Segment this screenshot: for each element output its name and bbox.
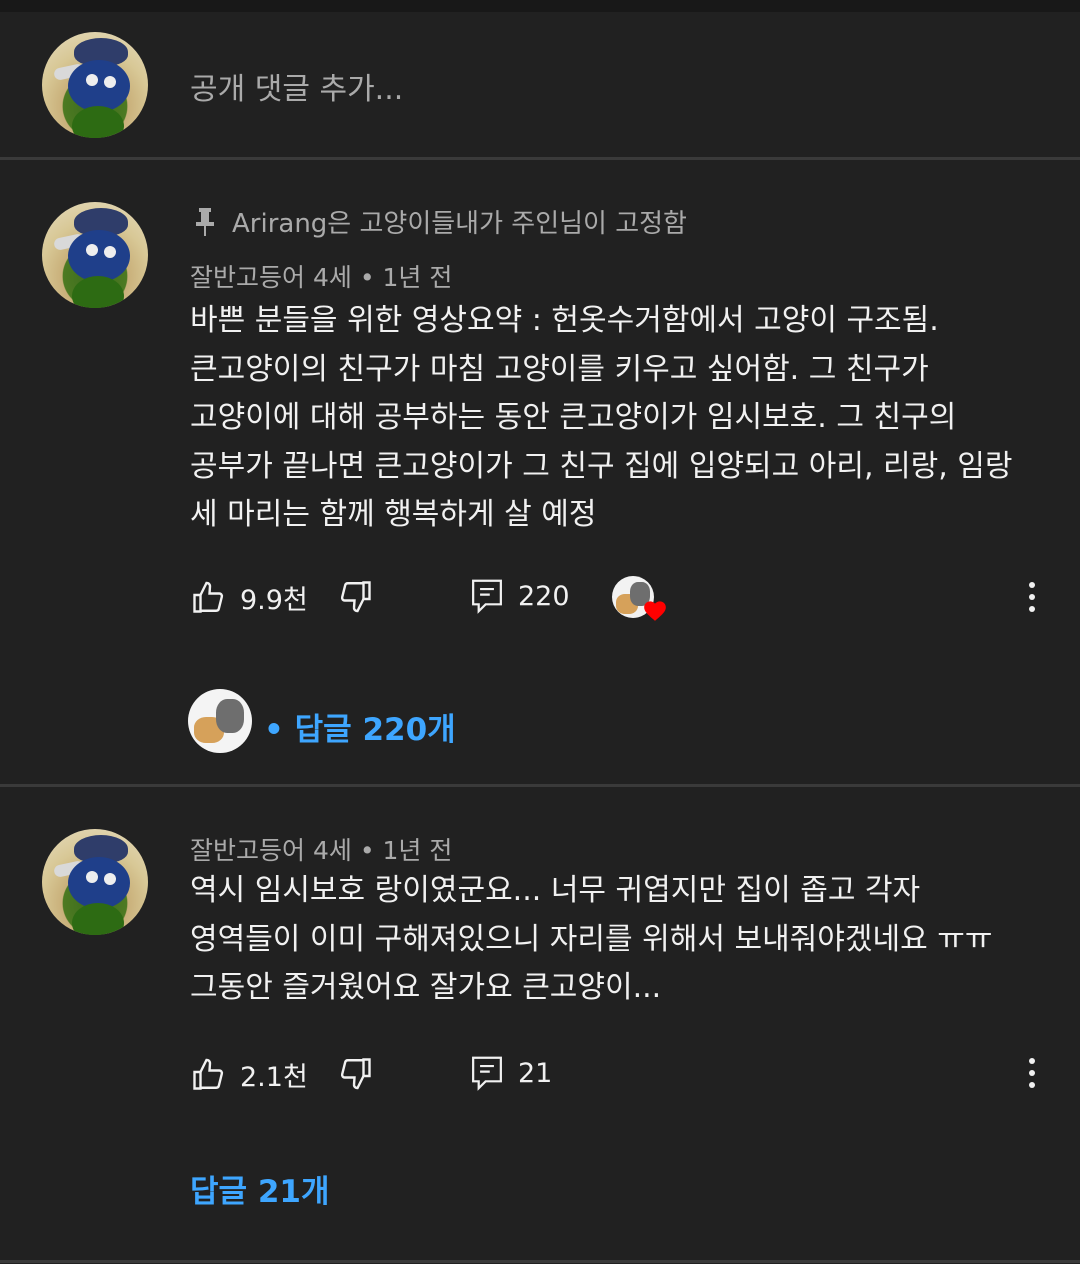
comment-avatar[interactable] (42, 829, 148, 935)
dislike-button[interactable] (338, 1055, 374, 1091)
creator-reply-avatar (188, 689, 252, 753)
thumbs-down-icon (340, 1058, 371, 1090)
user-avatar[interactable] (42, 32, 148, 138)
pinned-label: Arirang은 고양이들내가 주인님이 고정함 (192, 203, 687, 240)
divider (0, 1260, 1080, 1263)
like-count: 9.9천 (240, 585, 308, 616)
top-edge (0, 0, 1080, 12)
comment-text: 바쁜 분들을 위한 영상요약 : 헌옷수거함에서 고양이 구조됨. 큰고양이의 … (190, 303, 1013, 532)
comment-author[interactable]: 잘반고등어 4세 (190, 836, 352, 865)
meta-separator: • (359, 836, 375, 865)
like-button[interactable]: 9.9천 (190, 578, 308, 617)
thumbs-down-icon (340, 581, 371, 613)
comment-meta: 잘반고등어 4세 • 1년 전 (190, 258, 452, 294)
pin-icon (196, 207, 214, 236)
divider (0, 157, 1080, 160)
comment-meta: 잘반고등어 4세 • 1년 전 (190, 831, 452, 867)
reply-icon (472, 579, 502, 614)
dislike-button[interactable] (338, 578, 374, 614)
more-vert-icon[interactable] (1029, 582, 1037, 618)
reply-button[interactable]: 220 (470, 578, 570, 614)
like-button[interactable]: 2.1천 (190, 1055, 308, 1094)
divider (0, 784, 1080, 787)
view-replies-link[interactable]: • 답글 220개 (264, 704, 456, 749)
creator-heart-icon (612, 574, 668, 624)
like-count: 2.1천 (240, 1062, 308, 1093)
reply-button[interactable]: 21 (470, 1055, 552, 1091)
view-replies-link[interactable]: 답글 21개 (190, 1166, 330, 1211)
add-comment-input[interactable]: 공개 댓글 추가... (190, 64, 403, 108)
reply-icon (472, 1056, 502, 1091)
comment-author[interactable]: 잘반고등어 4세 (190, 263, 352, 292)
comment-time[interactable]: 1년 전 (383, 836, 453, 865)
pinned-text: Arirang은 고양이들내가 주인님이 고정함 (232, 209, 687, 239)
thumbs-up-icon (193, 581, 224, 613)
thumbs-up-icon (193, 1058, 224, 1090)
more-vert-icon[interactable] (1029, 1058, 1037, 1094)
reply-count: 21 (518, 1057, 553, 1089)
reply-count: 220 (518, 580, 570, 612)
comment-text: 역시 임시보호 랑이였군요... 너무 귀엽지만 집이 좁고 각자 영역들이 이… (190, 873, 993, 1005)
comment-avatar[interactable] (42, 202, 148, 308)
meta-separator: • (359, 263, 375, 292)
comment-time[interactable]: 1년 전 (383, 263, 453, 292)
